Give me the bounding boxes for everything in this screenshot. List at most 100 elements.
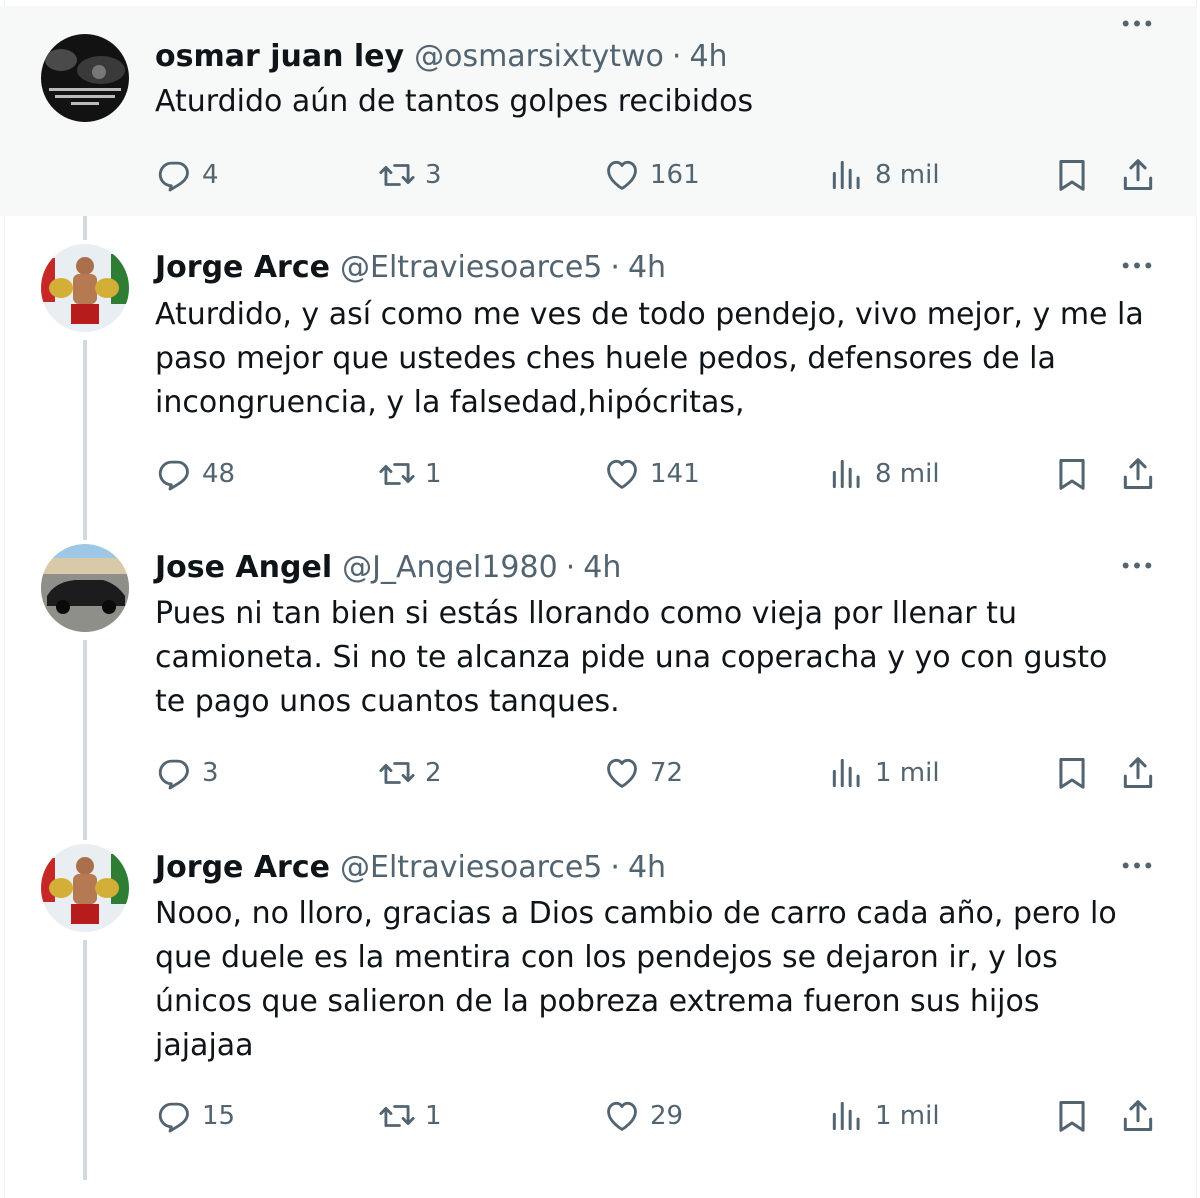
bookmark-icon	[1053, 1097, 1091, 1135]
share-button[interactable]	[1119, 449, 1157, 499]
more-button[interactable]	[1117, 550, 1157, 580]
share-icon	[1119, 156, 1157, 194]
views-icon	[828, 754, 866, 792]
share-button[interactable]	[1119, 748, 1157, 798]
bookmark-icon	[1053, 754, 1091, 792]
tweet-header: Jose Angel @J_Angel1980 · 4h	[155, 547, 621, 587]
more-icon	[1120, 257, 1154, 274]
share-button[interactable]	[1119, 150, 1157, 200]
conversation-thread: osmar juan ley @osmarsixtytwo · 4h Aturd…	[0, 0, 1200, 1198]
author-name[interactable]: Jose Angel	[155, 550, 332, 585]
bookmark-button[interactable]	[1053, 449, 1091, 499]
tweet-text: Pues ni tan bien si estás llorando como …	[155, 596, 1108, 719]
like-icon	[603, 1097, 641, 1135]
reply-count: 15	[202, 1101, 236, 1131]
tweet-text: Nooo, no lloro, gracias a Dios cambio de…	[155, 896, 1117, 1063]
views-button[interactable]: 8 mil	[828, 150, 940, 200]
author-handle[interactable]: @J_Angel1980	[342, 550, 558, 585]
reply-icon	[155, 455, 193, 493]
author-name[interactable]: Jorge Arce	[155, 850, 330, 885]
bookmark-button[interactable]	[1053, 150, 1091, 200]
bookmark-button[interactable]	[1053, 748, 1091, 798]
separator-dot: ·	[610, 849, 620, 885]
more-icon	[1120, 557, 1154, 574]
more-button[interactable]	[1117, 850, 1157, 880]
separator-dot: ·	[565, 549, 576, 585]
views-icon	[828, 455, 866, 493]
like-button[interactable]: 72	[603, 748, 683, 798]
reply-icon	[155, 1097, 193, 1135]
reply-button[interactable]: 4	[155, 150, 219, 200]
like-count: 161	[650, 160, 700, 190]
tweet[interactable]: Jorge Arce @Eltraviesoarce5 · 4h Nooo, n…	[0, 816, 1197, 1160]
tweet[interactable]: Jose Angel @J_Angel1980 · 4h Pues ni tan…	[0, 516, 1197, 816]
bookmark-icon	[1053, 156, 1091, 194]
retweet-count: 3	[425, 160, 442, 190]
separator-dot: ·	[671, 38, 682, 74]
retweet-icon	[378, 754, 416, 792]
more-button[interactable]	[1117, 8, 1157, 38]
author-handle[interactable]: @Eltraviesoarce5	[340, 850, 602, 885]
tweet-actions: 4 3 161 8 mil	[155, 150, 1165, 200]
author-handle[interactable]: @osmarsixtytwo	[414, 39, 664, 74]
bookmark-icon	[1053, 455, 1091, 493]
share-icon	[1119, 1097, 1157, 1135]
avatar[interactable]	[41, 844, 129, 932]
more-icon	[1120, 15, 1154, 32]
tweet-actions: 15 1 29 1 mil	[155, 1091, 1165, 1141]
views-button[interactable]: 1 mil	[828, 748, 940, 798]
avatar[interactable]	[41, 544, 129, 632]
tweet-text: Aturdido aún de tantos golpes recibidos	[155, 84, 754, 119]
author-handle[interactable]: @Eltraviesoarce5	[340, 250, 602, 285]
views-count: 8 mil	[875, 160, 940, 190]
retweet-count: 2	[425, 758, 442, 788]
views-count: 8 mil	[875, 459, 940, 489]
reply-button[interactable]: 3	[155, 748, 219, 798]
retweet-button[interactable]: 3	[378, 150, 442, 200]
like-icon	[603, 156, 641, 194]
tweet[interactable]: osmar juan ley @osmarsixtytwo · 4h Aturd…	[0, 6, 1197, 216]
views-button[interactable]: 1 mil	[828, 1091, 940, 1141]
retweet-count: 1	[425, 459, 442, 489]
avatar[interactable]	[41, 244, 129, 332]
tweet-text: Aturdido, y así como me ves de todo pend…	[155, 297, 1144, 420]
tweet-header: osmar juan ley @osmarsixtytwo · 4h	[155, 36, 728, 76]
timestamp[interactable]: 4h	[628, 850, 666, 885]
views-count: 1 mil	[875, 758, 940, 788]
retweet-count: 1	[425, 1101, 442, 1131]
like-icon	[603, 754, 641, 792]
avatar[interactable]	[41, 34, 129, 122]
retweet-button[interactable]: 2	[378, 748, 442, 798]
like-button[interactable]: 29	[603, 1091, 683, 1141]
views-count: 1 mil	[875, 1101, 940, 1131]
share-button[interactable]	[1119, 1091, 1157, 1141]
reply-icon	[155, 156, 193, 194]
bookmark-button[interactable]	[1053, 1091, 1091, 1141]
author-name[interactable]: Jorge Arce	[155, 250, 330, 285]
more-icon	[1120, 857, 1154, 874]
more-button[interactable]	[1117, 250, 1157, 280]
like-count: 141	[650, 459, 700, 489]
like-count: 29	[650, 1101, 684, 1131]
share-icon	[1119, 754, 1157, 792]
retweet-button[interactable]: 1	[378, 449, 442, 499]
retweet-button[interactable]: 1	[378, 1091, 442, 1141]
tweet[interactable]: Jorge Arce @Eltraviesoarce5 · 4h Aturdid…	[0, 216, 1197, 516]
share-icon	[1119, 455, 1157, 493]
tweet-actions: 3 2 72 1 mil	[155, 748, 1165, 798]
reply-button[interactable]: 15	[155, 1091, 235, 1141]
like-button[interactable]: 141	[603, 449, 700, 499]
like-button[interactable]: 161	[603, 150, 700, 200]
views-button[interactable]: 8 mil	[828, 449, 940, 499]
timestamp[interactable]: 4h	[689, 39, 727, 74]
separator-dot: ·	[610, 249, 620, 285]
timestamp[interactable]: 4h	[628, 250, 666, 285]
reply-button[interactable]: 48	[155, 449, 235, 499]
like-icon	[603, 455, 641, 493]
timestamp[interactable]: 4h	[583, 550, 621, 585]
like-count: 72	[650, 758, 684, 788]
reply-count: 3	[202, 758, 219, 788]
views-icon	[828, 156, 866, 194]
tweet-actions: 48 1 141 8 mil	[155, 449, 1165, 499]
author-name[interactable]: osmar juan ley	[155, 39, 404, 74]
